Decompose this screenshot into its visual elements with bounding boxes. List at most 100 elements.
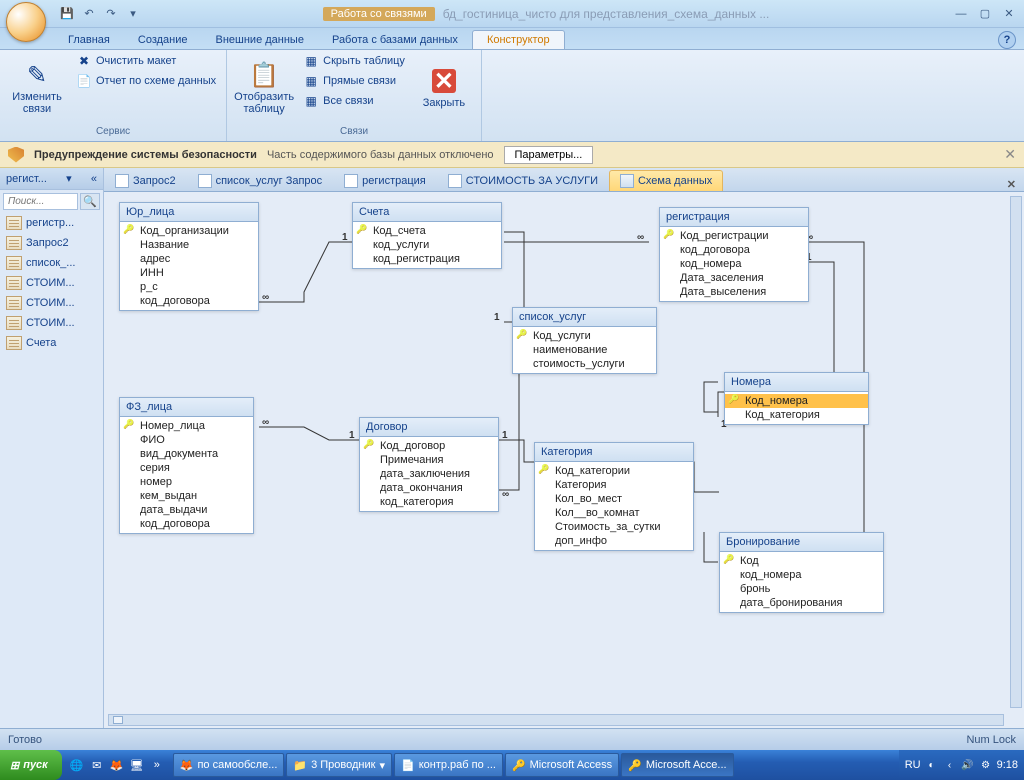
table-spisok-title[interactable]: список_услуг [513, 308, 656, 327]
tray-icon2[interactable]: 🔊 [961, 758, 975, 772]
tab-create[interactable]: Создание [124, 31, 202, 49]
taskbar-item-5[interactable]: 🔑 Microsoft Acce... [621, 753, 733, 777]
field[interactable]: код_регистрация [353, 252, 501, 266]
show-table-button[interactable]: 📋 Отобразить таблицу [233, 52, 295, 122]
nav-item[interactable]: СТОИМ... [0, 273, 103, 293]
field[interactable]: доп_инфо [535, 534, 693, 548]
field[interactable]: дата_выдачи [120, 503, 253, 517]
qat-more-icon[interactable]: ▾ [124, 5, 142, 23]
nav-item[interactable]: регистр... [0, 213, 103, 233]
field[interactable]: дата_бронирования [720, 596, 883, 610]
start-button[interactable]: ⊞пуск [0, 750, 62, 780]
field[interactable]: Примечания [360, 453, 498, 467]
field[interactable]: наименование [513, 343, 656, 357]
taskbar-item-4[interactable]: 🔑 Microsoft Access [505, 753, 619, 777]
direct-relations-button[interactable]: ▦Прямые связи [299, 72, 409, 90]
field[interactable]: р_с [120, 280, 258, 294]
field[interactable]: Дата_заселения [660, 271, 808, 285]
field[interactable]: Код [720, 554, 883, 568]
tab-dbtools[interactable]: Работа с базами данных [318, 31, 472, 49]
field[interactable]: Код_регистрации [660, 229, 808, 243]
taskbar-item-3[interactable]: 📄 контр.раб по ... [394, 753, 503, 777]
table-dogovor-title[interactable]: Договор [360, 418, 498, 437]
tab-home[interactable]: Главная [54, 31, 124, 49]
relations-canvas[interactable]: ∞1 ∞1 1∞ ∞1 ∞ ∞ 1 1∞ ∞1 1 [104, 192, 1024, 728]
field[interactable]: код_договора [120, 294, 258, 308]
field[interactable]: Стоимость_за_сутки [535, 520, 693, 534]
field[interactable]: адрес [120, 252, 258, 266]
nav-item[interactable]: список_... [0, 253, 103, 273]
field[interactable]: Код_услуги [513, 329, 656, 343]
tab-schema[interactable]: Схема данных [609, 170, 723, 191]
tab-design[interactable]: Конструктор [472, 30, 565, 49]
field[interactable]: Код_номера [725, 394, 868, 408]
field[interactable]: код_услуги [353, 238, 501, 252]
tab-external[interactable]: Внешние данные [202, 31, 318, 49]
mail-icon[interactable]: ✉ [88, 756, 106, 774]
field[interactable]: код_категория [360, 495, 498, 509]
table-scheta-title[interactable]: Счета [353, 203, 501, 222]
field[interactable]: дата_окончания [360, 481, 498, 495]
tab-query2[interactable]: Запрос2 [104, 170, 187, 191]
table-reg-title[interactable]: регистрация [660, 208, 808, 227]
table-fz-title[interactable]: ФЗ_лица [120, 398, 253, 417]
tab-close-icon[interactable]: ✕ [999, 178, 1024, 191]
field[interactable]: бронь [720, 582, 883, 596]
minimize-icon[interactable]: — [950, 6, 972, 22]
table-nomera-title[interactable]: Номера [725, 373, 868, 392]
taskbar-item-2[interactable]: 📁 3 Проводник ▾ [286, 753, 392, 777]
edit-relations-button[interactable]: ✎ Изменить связи [6, 52, 68, 122]
field[interactable]: код_договора [660, 243, 808, 257]
field[interactable]: Код_организации [120, 224, 258, 238]
all-relations-button[interactable]: ▦Все связи [299, 92, 409, 110]
restore-icon[interactable]: ▢ [974, 6, 996, 22]
horizontal-scrollbar[interactable] [108, 714, 1004, 726]
collapse-icon[interactable]: « [91, 173, 97, 185]
tray-icon3[interactable]: ⚙ [979, 758, 993, 772]
field[interactable]: Кол_во_мест [535, 492, 693, 506]
help-icon[interactable]: ? [998, 31, 1016, 49]
table-bron-title[interactable]: Бронирование [720, 533, 883, 552]
field[interactable]: Номер_лица [120, 419, 253, 433]
tab-registration[interactable]: регистрация [333, 170, 437, 191]
undo-icon[interactable]: ↶ [80, 5, 98, 23]
nav-item[interactable]: Счета [0, 333, 103, 353]
field[interactable]: Название [120, 238, 258, 252]
field[interactable]: кем_выдан [120, 489, 253, 503]
field[interactable]: Код_категория [725, 408, 868, 422]
ie-icon[interactable]: 🌐 [68, 756, 86, 774]
redo-icon[interactable]: ↷ [102, 5, 120, 23]
field[interactable]: Категория [535, 478, 693, 492]
field[interactable]: стоимость_услуги [513, 357, 656, 371]
field[interactable]: Код_категории [535, 464, 693, 478]
firefox-icon[interactable]: 🦊 [108, 756, 126, 774]
desktop-icon[interactable]: 🖥 [128, 756, 146, 774]
field[interactable]: код_номера [660, 257, 808, 271]
field[interactable]: Код_договор [360, 439, 498, 453]
field[interactable]: вид_документа [120, 447, 253, 461]
hide-table-button[interactable]: ▦Скрыть таблицу [299, 52, 409, 70]
chevron-down-icon[interactable]: ▾ [66, 172, 72, 185]
office-button[interactable] [6, 2, 46, 42]
save-icon[interactable]: 💾 [58, 5, 76, 23]
field[interactable]: код_договора [120, 517, 253, 531]
field[interactable]: код_номера [720, 568, 883, 582]
field[interactable]: ИНН [120, 266, 258, 280]
close-icon[interactable]: ✕ [998, 6, 1020, 22]
field[interactable]: номер [120, 475, 253, 489]
table-yur-title[interactable]: Юр_лица [120, 203, 258, 222]
field[interactable]: ФИО [120, 433, 253, 447]
close-button[interactable]: ✕ Закрыть [413, 52, 475, 122]
field[interactable]: дата_заключения [360, 467, 498, 481]
nav-header[interactable]: регист... ▾ « [0, 168, 103, 190]
security-close-icon[interactable]: ✕ [1004, 146, 1016, 163]
relation-report-button[interactable]: 📄Отчет по схеме данных [72, 72, 220, 90]
nav-item[interactable]: Запрос2 [0, 233, 103, 253]
tab-cost[interactable]: СТОИМОСТЬ ЗА УСЛУГИ [437, 170, 609, 191]
search-icon[interactable]: 🔍 [80, 193, 100, 210]
field[interactable]: Код_счета [353, 224, 501, 238]
field[interactable]: Кол__во_комнат [535, 506, 693, 520]
tray-icon[interactable]: ◐ [925, 758, 939, 772]
security-options-button[interactable]: Параметры... [504, 146, 594, 164]
field[interactable]: Дата_выселения [660, 285, 808, 299]
